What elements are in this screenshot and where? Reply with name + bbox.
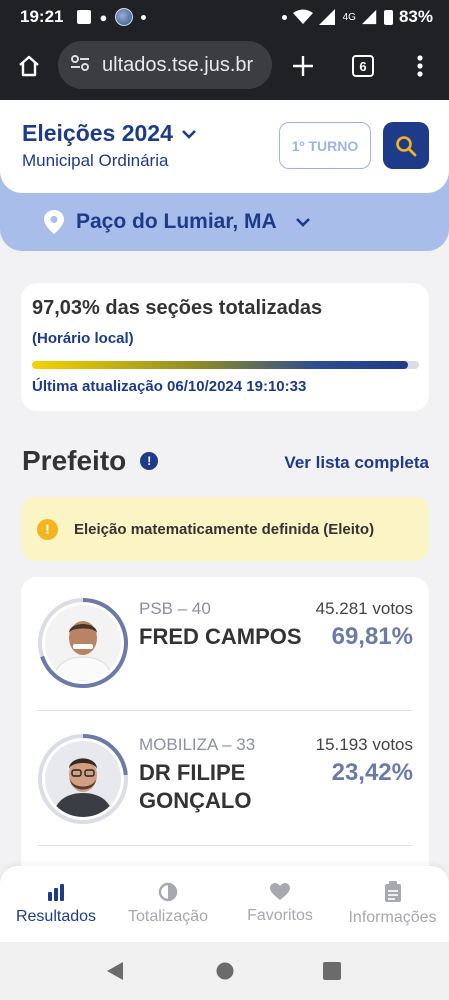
home-button[interactable] xyxy=(14,50,44,82)
section-title: Prefeito ! xyxy=(22,445,159,477)
info-icon[interactable]: ! xyxy=(140,452,159,470)
nav-label: Resultados xyxy=(15,908,97,925)
election-title: Eleições 2024 xyxy=(22,120,173,146)
search-icon xyxy=(396,135,417,156)
signal-icon-2 xyxy=(361,9,377,25)
candidate-name-line1: DR FILIPE xyxy=(139,760,246,785)
url-text: ultados.tse.jus.br xyxy=(102,53,254,76)
browser-toolbar: ultados.tse.jus.br 6 xyxy=(0,34,449,100)
app-notification-icon xyxy=(115,8,134,26)
location-pin-icon xyxy=(44,210,64,234)
divider xyxy=(37,845,413,846)
battery-level: 83% xyxy=(398,7,433,26)
sections-totalized: 97,03% das seções totalizadas xyxy=(32,297,323,319)
facebook-notification-icon xyxy=(77,10,92,24)
notice-text: Eleição matematicamente definida (Eleito… xyxy=(74,520,375,538)
tabs-button[interactable]: 6 xyxy=(350,52,376,80)
chevron-down-icon xyxy=(295,218,310,227)
wifi-icon xyxy=(292,9,313,24)
recents-button[interactable] xyxy=(323,962,341,985)
candidate-name-line2: GONÇALO xyxy=(139,788,252,813)
more-notifications-icon xyxy=(141,14,147,20)
battery-icon xyxy=(383,9,393,25)
election-selector[interactable]: Eleições 2024 xyxy=(22,120,197,147)
candidate-votes: 15.193 votos xyxy=(315,735,413,754)
candidate-avatar xyxy=(37,733,129,825)
nav-label: Favoritos xyxy=(247,907,313,924)
status-bar: 19:21 ● 4G 83% xyxy=(0,0,449,34)
home-circle-icon xyxy=(216,962,234,980)
candidate-photo xyxy=(45,741,121,817)
local-time-note: (Horário local) xyxy=(32,330,134,347)
heart-icon xyxy=(270,883,290,900)
candidate-percent: 23,42% xyxy=(331,759,413,786)
app-header: Eleições 2024 Municipal Ordinária 1º TUR… xyxy=(0,100,449,193)
totalization-card: 97,03% das seções totalizadas (Horário l… xyxy=(21,283,429,411)
candidate-avatar xyxy=(37,597,129,689)
nav-totalizacao[interactable]: Totalização xyxy=(112,866,224,942)
office-title: Prefeito xyxy=(22,445,127,476)
location-name: Paço do Lumiar, MA xyxy=(76,210,277,233)
progress-bar-fill xyxy=(32,361,408,369)
notification-icon: ● xyxy=(99,9,108,25)
last-update: Última atualização 06/10/2024 19:10:33 xyxy=(32,378,307,395)
url-bar[interactable]: ultados.tse.jus.br xyxy=(58,41,272,89)
candidates-card: PSB – 40 FRED CAMPOS 45.281 votos 69,81% xyxy=(21,577,429,897)
search-button[interactable] xyxy=(383,122,429,169)
tab-count: 6 xyxy=(352,55,374,77)
candidate-row[interactable]: PSB – 40 FRED CAMPOS 45.281 votos 69,81% xyxy=(21,595,429,695)
bottom-navigation: Resultados Totalização Favoritos Informa… xyxy=(0,866,449,942)
chevron-down-icon xyxy=(181,129,196,139)
warning-icon: ! xyxy=(37,518,58,540)
pie-chart-icon xyxy=(158,882,178,902)
progress-bar xyxy=(32,361,419,369)
browser-menu-button[interactable] xyxy=(408,50,432,82)
divider xyxy=(37,710,413,711)
bar-chart-icon xyxy=(48,884,64,901)
plus-icon xyxy=(293,56,313,76)
status-dot-icon xyxy=(281,14,287,20)
candidate-votes: 45.281 votos xyxy=(315,599,413,618)
election-subtitle: Municipal Ordinária xyxy=(22,151,169,170)
home-nav-button[interactable] xyxy=(216,962,234,985)
candidate-party: MOBILIZA – 33 xyxy=(139,735,256,754)
turno-button[interactable]: 1º TURNO xyxy=(279,122,371,169)
recents-square-icon xyxy=(323,962,341,980)
candidate-party: PSB – 40 xyxy=(139,599,211,618)
more-vert-icon xyxy=(417,55,423,77)
candidate-photo xyxy=(45,605,121,681)
site-settings-icon[interactable] xyxy=(70,54,92,77)
candidate-name: DR FILIPE GONÇALO xyxy=(139,759,251,815)
nav-informacoes[interactable]: Informações xyxy=(336,866,449,942)
candidate-name: FRED CAMPOS xyxy=(139,624,302,649)
nav-favoritos[interactable]: Favoritos xyxy=(224,866,336,942)
see-full-list-link[interactable]: Ver lista completa xyxy=(284,453,429,473)
system-navigation-bar xyxy=(0,942,449,1000)
candidate-percent: 69,81% xyxy=(331,623,413,650)
clipboard-icon xyxy=(384,881,401,902)
nav-resultados[interactable]: Resultados xyxy=(0,866,112,942)
new-tab-button[interactable] xyxy=(288,50,318,82)
location-selector[interactable]: Paço do Lumiar, MA xyxy=(44,210,311,234)
nav-label: Informações xyxy=(348,909,437,926)
network-type: 4G xyxy=(342,11,356,23)
back-triangle-icon xyxy=(107,962,123,980)
back-button[interactable] xyxy=(106,961,124,986)
signal-icon xyxy=(318,9,335,25)
candidate-row[interactable]: MOBILIZA – 33 DR FILIPE GONÇALO 15.193 v… xyxy=(21,727,429,837)
status-time: 19:21 xyxy=(20,7,64,26)
nav-label: Totalização xyxy=(127,908,209,925)
result-notice: ! Eleição matematicamente definida (Elei… xyxy=(21,497,429,561)
home-icon xyxy=(19,55,39,77)
